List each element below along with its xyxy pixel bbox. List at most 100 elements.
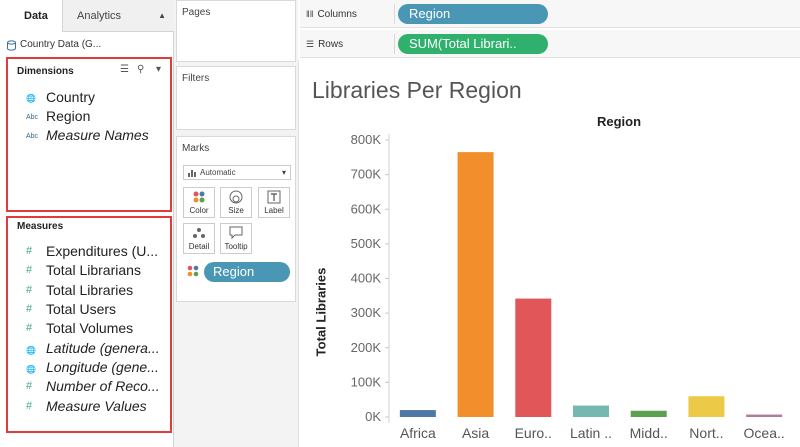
tab-analytics-label: Analytics xyxy=(77,10,122,22)
measure-field-total-volumes[interactable]: Total Volumes xyxy=(46,320,133,336)
tooltip-button-label: Tooltip xyxy=(224,242,248,251)
rows-sum-pill[interactable]: SUM(Total Librari.. xyxy=(398,34,548,54)
x-category-label: Nort.. xyxy=(689,425,723,441)
dimension-field-region[interactable]: Region xyxy=(46,108,90,124)
measure-field-latitude[interactable]: Latitude (genera... xyxy=(46,340,160,356)
shelf-divider xyxy=(394,34,395,54)
measure-field-total-libraries[interactable]: Total Libraries xyxy=(46,282,133,298)
bar-6 xyxy=(688,396,725,417)
columns-label-text: Columns xyxy=(317,9,357,20)
y-tick-label: 600K xyxy=(351,201,382,216)
datasource-label: Country Data (G... xyxy=(20,39,102,50)
tooltip-button[interactable]: Tooltip xyxy=(220,223,252,254)
x-category-label: Euro.. xyxy=(515,425,552,441)
view-toggle-icon[interactable]: ☰ xyxy=(120,64,129,75)
detail-button-label: Detail xyxy=(188,242,210,251)
pages-title: Pages xyxy=(182,7,211,18)
x-category-label: Latin .. xyxy=(570,425,612,441)
columns-region-pill[interactable]: Region xyxy=(398,4,548,24)
mark-type-dropdown[interactable]: Automatic ▾ xyxy=(183,165,291,180)
shelf-divider xyxy=(394,4,395,24)
measures-title: Measures xyxy=(17,221,64,232)
x-category-label: Africa xyxy=(400,425,436,441)
x-category-label: Midd.. xyxy=(630,425,668,441)
shelf-column: Pages Filters Marks Automatic ▾ Color Si… xyxy=(174,0,298,447)
database-icon xyxy=(7,40,16,51)
y-tick-label: 400K xyxy=(351,271,382,286)
y-tick-label: 100K xyxy=(351,374,382,389)
datasource-item[interactable]: Country Data (G... xyxy=(0,33,173,57)
y-tick-label: 0K xyxy=(365,409,381,424)
dimensions-title: Dimensions xyxy=(17,66,74,77)
columns-shelf-label: ‖‖ Columns xyxy=(306,0,357,29)
rows-shelf[interactable]: ☰ Rows SUM(Total Librari.. xyxy=(300,30,800,58)
marks-card: Marks Automatic ▾ Color Size Label Detai… xyxy=(176,136,296,302)
viz-view: Libraries Per Region Region Total Librar… xyxy=(298,60,800,447)
dimension-field-country[interactable]: Country xyxy=(46,89,95,105)
color-encoding-icon xyxy=(187,265,199,277)
columns-shelf[interactable]: ‖‖ Columns Region xyxy=(300,0,800,28)
measure-field-expenditures[interactable]: Expenditures (U... xyxy=(46,243,158,259)
hash-icon: # xyxy=(26,380,33,392)
label-button-label: Label xyxy=(264,206,284,215)
hash-icon: # xyxy=(26,303,33,315)
hash-icon: # xyxy=(26,400,33,412)
globe-icon: 🌐 xyxy=(26,94,36,103)
search-icon[interactable]: ⚲ xyxy=(137,64,144,75)
pane-tabs: Data Analytics ▲ xyxy=(0,0,174,32)
text-label-icon xyxy=(259,188,289,206)
bar-7 xyxy=(746,414,783,417)
hash-icon: # xyxy=(26,284,33,296)
rows-icon: ☰ xyxy=(306,39,315,49)
chevron-updown-icon: ▲ xyxy=(158,11,166,20)
bar-3 xyxy=(515,298,552,417)
size-button-label: Size xyxy=(228,206,244,215)
measure-field-measure-values[interactable]: Measure Values xyxy=(46,398,147,414)
measure-field-total-librarians[interactable]: Total Librarians xyxy=(46,262,141,278)
y-tick-label: 200K xyxy=(351,340,382,355)
measure-field-number-of-records[interactable]: Number of Reco... xyxy=(46,378,160,394)
tab-data[interactable]: Data xyxy=(0,0,62,32)
bar-5 xyxy=(630,410,667,417)
pages-card[interactable]: Pages xyxy=(176,0,296,62)
columns-icon: ‖‖ xyxy=(306,9,314,19)
hash-icon: # xyxy=(26,245,33,257)
y-tick-label: 500K xyxy=(351,236,382,251)
abc-icon: Abc xyxy=(26,114,39,121)
tab-analytics[interactable]: Analytics ▲ xyxy=(62,0,174,32)
chevron-down-icon: ▾ xyxy=(281,168,286,177)
mark-type-value: Automatic xyxy=(200,168,236,177)
x-category-label: Asia xyxy=(462,425,489,441)
color-dots-icon xyxy=(184,188,214,206)
color-button[interactable]: Color xyxy=(183,187,215,218)
bar-1 xyxy=(399,410,436,417)
bar-2 xyxy=(457,152,494,417)
globe-icon: 🌐 xyxy=(26,365,36,374)
tooltip-bubble-icon xyxy=(221,224,251,242)
detail-dots-icon xyxy=(184,224,214,242)
chevron-down-icon[interactable]: ▾ xyxy=(156,64,161,75)
color-button-label: Color xyxy=(189,206,209,215)
globe-icon: 🌐 xyxy=(26,346,36,355)
measure-field-total-users[interactable]: Total Users xyxy=(46,301,116,317)
measure-field-longitude[interactable]: Longitude (gene... xyxy=(46,359,159,375)
size-button[interactable]: Size xyxy=(220,187,252,218)
y-tick-label: 800K xyxy=(351,132,382,147)
bar-4 xyxy=(573,405,609,417)
marks-title: Marks xyxy=(182,143,210,154)
label-button[interactable]: Label xyxy=(258,187,290,218)
rows-shelf-label: ☰ Rows xyxy=(306,30,343,59)
dimension-field-measure-names[interactable]: Measure Names xyxy=(46,127,149,143)
bar-chart-icon xyxy=(188,170,196,177)
abc-icon: Abc xyxy=(26,133,39,140)
hash-icon: # xyxy=(26,322,33,334)
data-pane: Data Analytics ▲ Country Data (G... Dime… xyxy=(0,0,174,447)
bar-chart: 0K 100K 200K 300K 400K 500K 600K 700K 800K Africa… xyxy=(351,132,785,441)
color-region-pill[interactable]: Region xyxy=(204,262,290,282)
hash-icon: # xyxy=(26,264,33,276)
filters-card[interactable]: Filters xyxy=(176,66,296,130)
detail-button[interactable]: Detail xyxy=(183,223,215,254)
x-category-label: Ocea.. xyxy=(744,425,785,441)
size-circles-icon xyxy=(221,188,251,206)
y-tick-label: 700K xyxy=(351,167,382,182)
